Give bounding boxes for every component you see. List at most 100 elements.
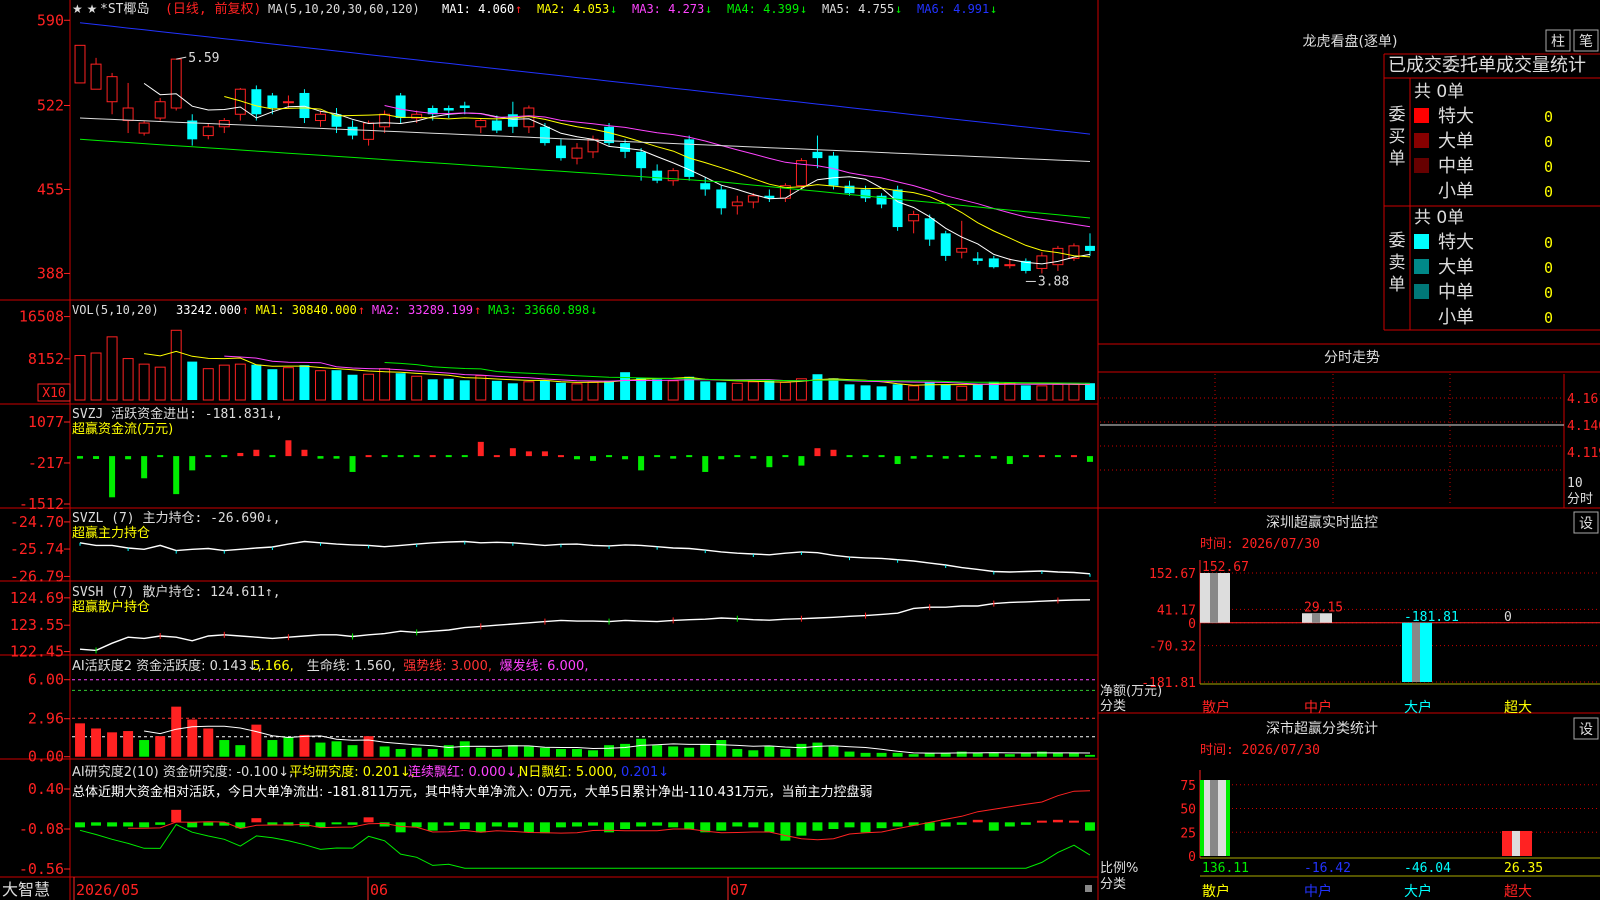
activity-bar xyxy=(860,752,871,757)
activity-bar xyxy=(716,740,727,757)
research-bar xyxy=(219,822,230,826)
research-bar xyxy=(123,822,134,827)
volume-bar-up xyxy=(202,368,214,401)
ai1-header-item: AI活跃度2 资金活跃度: 0.143↓, xyxy=(72,658,262,674)
flow-bar xyxy=(926,455,933,458)
research-bar xyxy=(636,822,647,827)
activity-bar xyxy=(315,742,326,757)
volume-bar-up xyxy=(363,373,375,401)
fl-title: 深市超赢分类统计 xyxy=(1266,720,1378,737)
fl-bar-edge xyxy=(1226,780,1230,856)
svzj-subtitle: 超赢资金流(万元) xyxy=(72,421,173,437)
flow-bar xyxy=(413,455,420,458)
research-bar xyxy=(491,822,502,827)
research-bar xyxy=(171,809,182,823)
sell-side-label: 单 xyxy=(1389,275,1406,295)
activity-bar xyxy=(1068,752,1079,757)
research-bar xyxy=(267,822,278,825)
volume-bar-down xyxy=(652,379,663,400)
volume-bar-down xyxy=(828,378,839,400)
research-bar xyxy=(684,822,695,829)
activity-bar xyxy=(668,746,679,757)
flow-bar xyxy=(109,456,116,498)
activity-bar xyxy=(91,728,102,757)
sz-axis-label: -70.32 xyxy=(1149,640,1196,655)
fl-axis-label: 50 xyxy=(1180,803,1196,818)
activity-bar xyxy=(555,749,566,757)
candle-body-up xyxy=(122,107,134,122)
research-bar xyxy=(668,822,679,828)
volume-bar-up xyxy=(218,364,230,401)
volume-bar-up xyxy=(170,329,182,401)
flow-bar xyxy=(782,455,789,458)
flow-bar xyxy=(349,456,356,472)
activity-bar xyxy=(572,749,582,757)
flow-bar xyxy=(77,456,84,459)
research-bar xyxy=(107,822,118,827)
ma-line xyxy=(79,22,1091,135)
activity-bar xyxy=(908,754,919,757)
candle-body-down xyxy=(972,258,983,261)
flow-bar xyxy=(990,456,997,459)
brand-label: 大智慧 xyxy=(2,880,50,899)
ai1-axis-label: 6.00 xyxy=(28,671,64,689)
ai1-header-item: 爆发线: 6.000, xyxy=(500,658,589,674)
volume-bar-up xyxy=(411,375,423,401)
candle-body-down xyxy=(940,233,951,256)
volume-bar-down xyxy=(716,382,727,400)
svsh-header: SVSH (7) 散户持仓: 124.611↑, xyxy=(72,584,281,600)
activity-bar xyxy=(764,746,775,757)
fl-category: 散户 xyxy=(1202,883,1230,900)
sz-category: 大户 xyxy=(1404,699,1432,716)
candle-body-up xyxy=(1004,264,1016,267)
candle-body-down xyxy=(716,189,727,209)
research-bar xyxy=(748,822,759,828)
activity-bar xyxy=(876,752,887,757)
candle-body-down xyxy=(299,92,310,119)
flow-bar xyxy=(1022,455,1029,458)
ai2-header-item: AI研究度2(10) 资金研究度: -0.100↓, xyxy=(72,764,293,780)
buy-row-label: 大单 xyxy=(1438,131,1474,152)
retail-line xyxy=(79,599,1091,652)
candle-body-up xyxy=(475,120,487,128)
candle-body-down xyxy=(395,95,406,119)
activity-bar xyxy=(636,738,647,757)
pillar-button-label: 柱 xyxy=(1551,34,1565,50)
vol-value: 33242.000 xyxy=(176,303,241,317)
activity-bar xyxy=(988,752,999,757)
research-bar xyxy=(1052,819,1063,823)
ma-spec: MA(5,10,20,30,60,120) xyxy=(268,2,420,16)
flow-bar xyxy=(638,456,645,471)
research-bar xyxy=(523,822,534,833)
flow-bar xyxy=(157,455,164,458)
fs-foot: 10 xyxy=(1567,476,1583,491)
lhb-subtitle: 已成交委托单成交量统计 xyxy=(1388,55,1586,76)
star-icon: ★ ★ xyxy=(72,2,97,16)
flow-bar xyxy=(974,455,981,458)
volume-bar-down xyxy=(812,374,823,400)
svzl-axis-label: -25.74 xyxy=(10,540,64,558)
activity-bar xyxy=(1004,754,1015,757)
volume-bar-up xyxy=(74,355,86,401)
stock-chart-canvas[interactable]: 590 522 455 388 5.59 3.88 ★ ★ *ST椰岛 (日线, 前复权) MA(… xyxy=(0,0,1600,900)
research-bar xyxy=(780,822,791,841)
candle-body-down xyxy=(636,151,647,169)
volume-bar-up xyxy=(1068,383,1080,401)
activity-bar xyxy=(395,749,406,757)
research-bar xyxy=(1068,820,1079,823)
candle-body-down xyxy=(555,145,566,159)
sz-bar-value: 152.67 xyxy=(1202,560,1249,575)
activity-bar xyxy=(347,745,358,757)
research-bar xyxy=(860,822,871,833)
research-bar xyxy=(764,822,775,833)
research-bar xyxy=(1020,822,1031,825)
volume-bar-up xyxy=(138,363,150,401)
flow-bar xyxy=(750,456,757,459)
flow-bar xyxy=(541,451,548,457)
volume-bar-down xyxy=(331,370,342,400)
research-bar xyxy=(155,822,166,825)
volume-bar-up xyxy=(106,336,118,401)
sz-category: 中户 xyxy=(1304,699,1332,716)
research-bar xyxy=(411,822,422,828)
candle-body-down xyxy=(539,126,550,144)
